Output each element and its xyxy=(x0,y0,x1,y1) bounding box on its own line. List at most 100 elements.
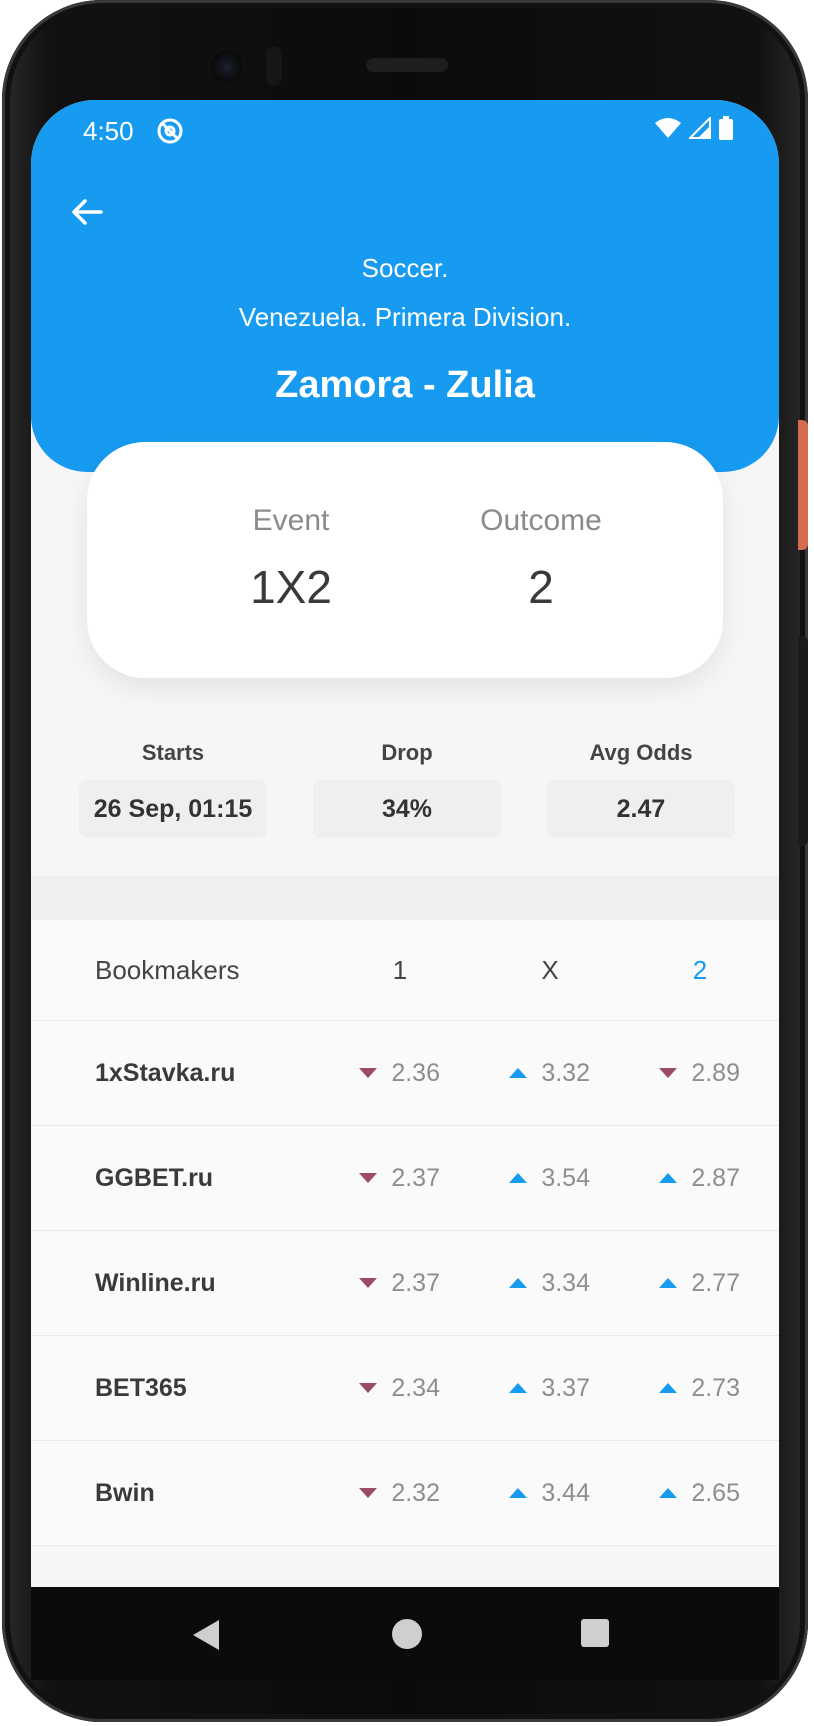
odds-cell-ox: 3.54 xyxy=(480,1126,590,1230)
odds-value: 2.89 xyxy=(691,1058,740,1087)
app-screen: 4:50 Soccer. Venezuela. Primera Division… xyxy=(31,100,779,1680)
bookmaker-name: BET365 xyxy=(95,1373,187,1402)
odds-cell-o2: 2.87 xyxy=(630,1126,740,1230)
arrow-up-icon xyxy=(509,1383,528,1393)
table-row[interactable]: Winline.ru 2.37 3.34 2.77 xyxy=(31,1231,779,1336)
header-col-x[interactable]: X xyxy=(495,920,605,1020)
event-column: Event 1X2 xyxy=(171,504,411,614)
arrow-up-icon xyxy=(659,1488,678,1498)
odds-cell-ox: 3.44 xyxy=(480,1441,590,1545)
bookmaker-name: Bwin xyxy=(95,1478,155,1507)
match-title: Zamora - Zulia xyxy=(275,364,535,406)
arrow-down-icon xyxy=(359,1068,378,1078)
arrow-up-icon xyxy=(509,1068,528,1078)
starts-stat: Starts 26 Sep, 01:15 xyxy=(79,740,267,838)
outcome-label: Outcome xyxy=(480,504,602,537)
arrow-up-icon xyxy=(659,1278,678,1288)
drop-stat: Drop 34% xyxy=(313,740,501,838)
odds-value: 2.37 xyxy=(391,1163,440,1192)
odds-cell-ox: 3.37 xyxy=(480,1336,590,1440)
table-row[interactable]: 1xStavka.ru 2.36 3.32 2.89 xyxy=(31,1021,779,1126)
starts-label: Starts xyxy=(141,740,205,765)
odds-cell-o1: 2.32 xyxy=(330,1441,440,1545)
odds-value: 2.32 xyxy=(391,1478,440,1507)
odds-cell-ox: 3.32 xyxy=(480,1021,590,1125)
nav-back-icon[interactable] xyxy=(193,1620,219,1650)
starts-value: 26 Sep, 01:15 xyxy=(79,780,267,838)
header-col-1[interactable]: 1 xyxy=(345,920,455,1020)
arrow-down-icon xyxy=(359,1173,378,1183)
power-button xyxy=(798,420,808,550)
bookmaker-name: GGBET.ru xyxy=(95,1163,214,1192)
odds-cell-o2: 2.77 xyxy=(630,1231,740,1335)
table-row[interactable]: BET365 2.34 3.37 2.73 xyxy=(31,1336,779,1441)
header-banner: 4:50 Soccer. Venezuela. Primera Division… xyxy=(31,100,779,472)
signal-icon xyxy=(689,117,711,139)
back-arrow-icon[interactable] xyxy=(65,190,109,234)
bookmaker-name: 1xStavka.ru xyxy=(95,1058,236,1087)
header-col-2[interactable]: 2 xyxy=(645,920,755,1020)
bookmaker-name: Winline.ru xyxy=(95,1268,216,1297)
arrow-up-icon xyxy=(659,1383,678,1393)
status-time: 4:50 xyxy=(83,116,134,146)
table-row[interactable]: Bwin 2.32 3.44 2.65 xyxy=(31,1441,779,1546)
avg-odds-value: 2.47 xyxy=(547,780,735,838)
wifi-icon xyxy=(655,118,681,138)
proximity-sensor xyxy=(266,46,282,86)
outcome-value: 2 xyxy=(528,561,554,613)
status-bar: 4:50 xyxy=(31,100,779,160)
avg-odds-stat: Avg Odds 2.47 xyxy=(547,740,735,838)
odds-cell-o1: 2.37 xyxy=(330,1126,440,1230)
volume-button xyxy=(798,636,808,846)
odds-cell-ox: 3.34 xyxy=(480,1231,590,1335)
earpiece-speaker xyxy=(366,58,448,72)
status-icons xyxy=(655,116,733,140)
arrow-down-icon xyxy=(659,1068,678,1078)
front-camera xyxy=(208,48,246,86)
app-notification-icon xyxy=(157,118,183,144)
table-body: 1xStavka.ru 2.36 3.32 2.89 GGBET.ru 2.37 3.54 2… xyxy=(31,1021,779,1546)
arrow-up-icon xyxy=(509,1173,528,1183)
arrow-down-icon xyxy=(359,1488,378,1498)
section-divider xyxy=(31,876,779,920)
drop-label: Drop xyxy=(381,740,433,765)
nav-home-icon[interactable] xyxy=(392,1619,422,1649)
odds-value: 2.34 xyxy=(391,1373,440,1402)
odds-value: 2.37 xyxy=(391,1268,440,1297)
arrow-down-icon xyxy=(359,1383,378,1393)
drop-value: 34% xyxy=(313,780,501,838)
odds-cell-o1: 2.34 xyxy=(330,1336,440,1440)
arrow-up-icon xyxy=(509,1488,528,1498)
odds-value: 3.37 xyxy=(541,1373,590,1402)
nav-recent-icon[interactable] xyxy=(581,1619,609,1647)
odds-value: 3.32 xyxy=(541,1058,590,1087)
system-nav-bar xyxy=(31,1587,779,1680)
odds-cell-o1: 2.37 xyxy=(330,1231,440,1335)
avg-odds-label: Avg Odds xyxy=(589,740,693,765)
odds-value: 2.87 xyxy=(691,1163,740,1192)
odds-cell-o2: 2.65 xyxy=(630,1441,740,1545)
odds-value: 2.36 xyxy=(391,1058,440,1087)
event-card: Event 1X2 Outcome 2 xyxy=(87,442,723,678)
header-bookmakers[interactable]: Bookmakers xyxy=(95,920,240,1020)
odds-value: 3.54 xyxy=(541,1163,590,1192)
odds-cell-o2: 2.73 xyxy=(630,1336,740,1440)
battery-icon xyxy=(719,116,733,140)
odds-value: 3.34 xyxy=(541,1268,590,1297)
odds-value: 3.44 xyxy=(541,1478,590,1507)
sport-title: Soccer. xyxy=(361,253,449,283)
arrow-up-icon xyxy=(659,1173,678,1183)
odds-value: 2.73 xyxy=(691,1373,740,1402)
odds-value: 2.65 xyxy=(691,1478,740,1507)
outcome-column: Outcome 2 xyxy=(421,504,661,614)
event-label: Event xyxy=(252,504,330,537)
odds-value: 2.77 xyxy=(691,1268,740,1297)
arrow-down-icon xyxy=(359,1278,378,1288)
event-value: 1X2 xyxy=(250,561,332,613)
league-title: Venezuela. Primera Division. xyxy=(238,302,572,332)
odds-cell-o1: 2.36 xyxy=(330,1021,440,1125)
arrow-up-icon xyxy=(509,1278,528,1288)
table-row[interactable]: GGBET.ru 2.37 3.54 2.87 xyxy=(31,1126,779,1231)
odds-cell-o2: 2.89 xyxy=(630,1021,740,1125)
bookmakers-table: Bookmakers 1 X 2 1xStavka.ru 2.36 3.32 2.89… xyxy=(31,920,779,1546)
